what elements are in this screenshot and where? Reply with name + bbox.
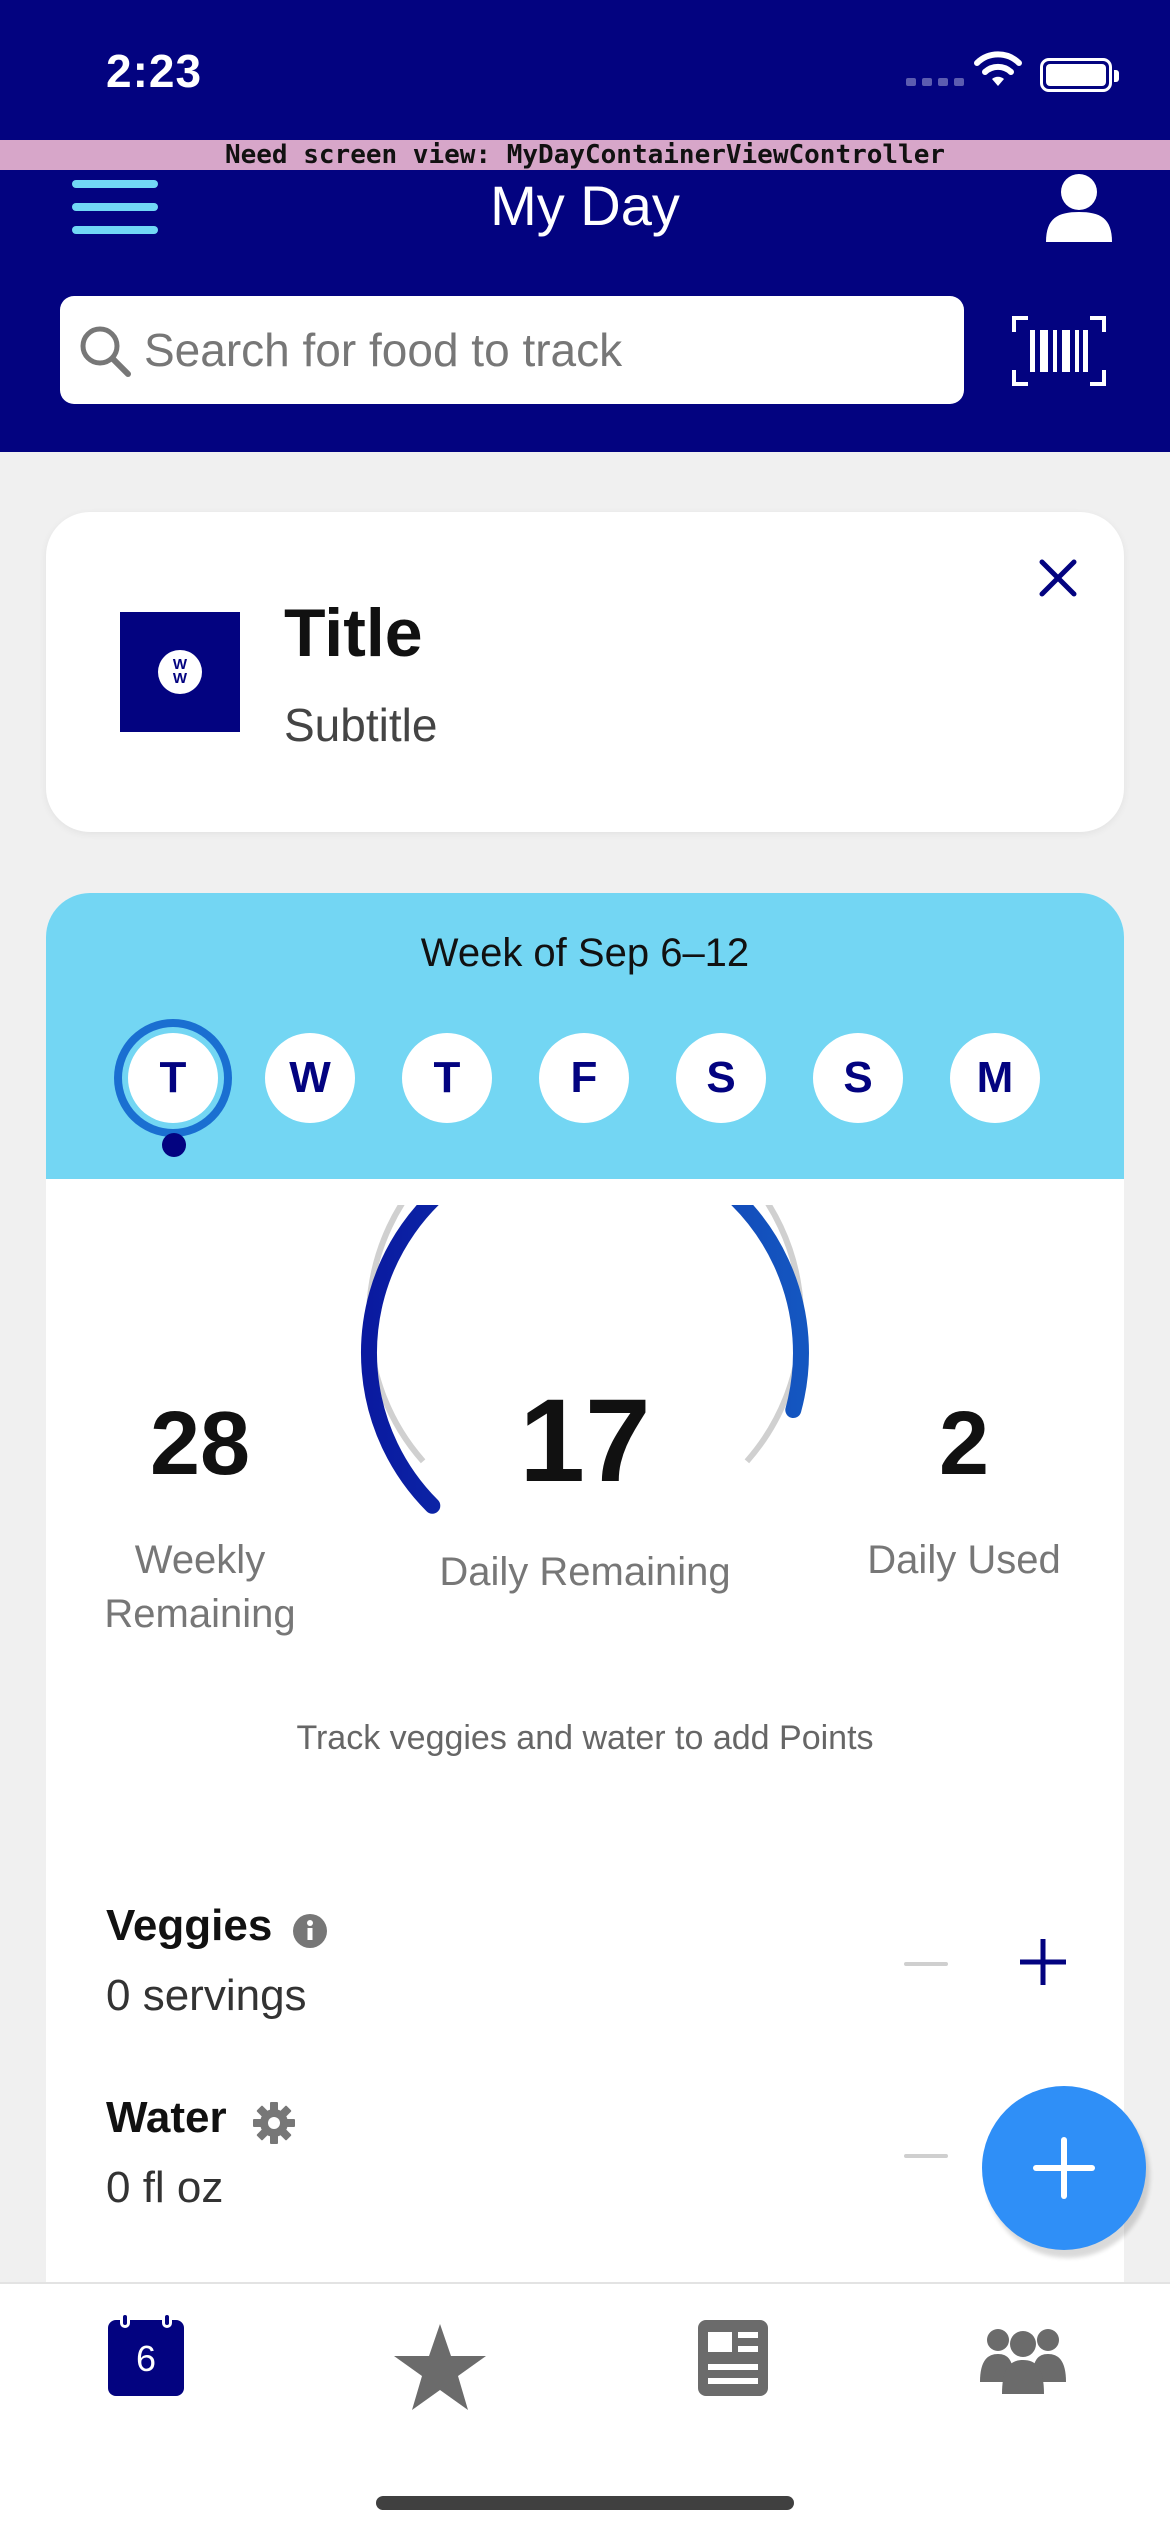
day-button-fri[interactable]: F [539,1033,629,1123]
search-icon [80,326,131,377]
promo-title: Title [284,595,423,671]
add-food-button[interactable] [982,2086,1146,2250]
tab-articles-icon[interactable] [698,2320,768,2396]
veggies-increment-button[interactable] [1018,1937,1068,1987]
week-selector: Week of Sep 6–12 T W T F S S M [46,893,1124,1179]
ww-logo-mark: WW [158,650,202,694]
tab-community-icon[interactable] [980,2324,1066,2394]
daily-used-value: 2 [938,1394,990,1494]
veggies-title: Veggies [106,1901,273,1950]
veggies-decrement-button[interactable] [904,1962,948,1966]
calendar-day-number: 6 [135,2338,157,2379]
points-hint: Track veggies and water to add Points [296,1719,874,1757]
home-indicator [376,2496,794,2510]
weekly-remaining-value: 28 [149,1394,251,1494]
day-button-thu[interactable]: T [402,1033,492,1123]
weekly-remaining-label: Weekly Remaining [104,1538,296,1636]
bottom-tab-bar: 6 [0,2282,1170,2532]
daily-remaining-value: 17 [519,1375,651,1507]
day-button-sun[interactable]: S [813,1033,903,1123]
debug-banner: Need screen view: MyDayContainerViewCont… [0,140,1170,170]
tab-favorites-star-icon[interactable] [392,2322,488,2414]
app-header: 2:23 Need screen view: MyDayContainerVie… [0,0,1170,452]
water-title: Water [106,2093,227,2142]
ww-logo: WW [120,612,240,732]
tab-my-day-calendar-icon[interactable]: 6 [108,2312,184,2396]
battery-icon [1040,58,1119,92]
status-time: 2:23 [106,45,203,97]
day-button-tue[interactable]: T [128,1033,218,1123]
search-box[interactable] [60,296,964,404]
daily-remaining-label: Daily Remaining [439,1550,731,1594]
cellular-signal-icon [906,78,964,86]
barcode-scanner-icon[interactable] [1012,316,1106,386]
promo-card[interactable]: WW Title Subtitle [46,512,1124,832]
plus-icon [1033,2137,1095,2199]
wifi-icon [974,51,1022,86]
my-day-card: Week of Sep 6–12 T W T F S S M 28 Weekly… [46,893,1124,2293]
water-decrement-button[interactable] [904,2154,948,2158]
day-button-wed[interactable]: W [265,1033,355,1123]
selected-day-indicator [162,1133,186,1157]
info-icon[interactable] [292,1913,328,1949]
water-value: 0 fl oz [106,2163,224,2212]
gear-icon[interactable] [252,2101,296,2145]
close-icon[interactable] [1036,556,1080,600]
veggies-value: 0 servings [106,1971,307,2020]
day-button-mon[interactable]: M [950,1033,1040,1123]
profile-icon[interactable] [1044,170,1114,244]
week-label: Week of Sep 6–12 [420,931,750,975]
day-button-sat[interactable]: S [676,1033,766,1123]
search-input[interactable] [144,296,944,404]
daily-used-label: Daily Used [867,1538,1061,1582]
promo-subtitle: Subtitle [284,699,438,751]
page-title: My Day [490,174,680,237]
